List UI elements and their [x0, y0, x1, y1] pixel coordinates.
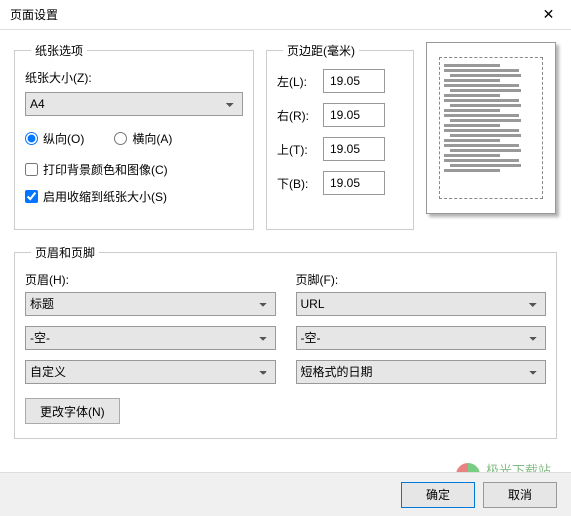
footer-select-1[interactable]: URL — [296, 292, 547, 316]
print-background-checkbox[interactable] — [25, 163, 38, 176]
portrait-radio[interactable] — [25, 132, 38, 145]
margin-left-input[interactable] — [323, 69, 385, 93]
cancel-button[interactable]: 取消 — [483, 482, 557, 508]
portrait-label: 纵向(O) — [43, 130, 84, 147]
shrink-to-fit-label: 启用收缩到纸张大小(S) — [43, 188, 167, 205]
window-title: 页面设置 — [10, 6, 58, 23]
print-background-label: 打印背景颜色和图像(C) — [43, 161, 168, 178]
orientation-portrait[interactable]: 纵向(O) — [25, 130, 84, 147]
footer-label: 页脚(F): — [296, 271, 547, 288]
paper-options-group: 纸张选项 纸张大小(Z): A4 纵向(O) 横向(A) 打印背景颜色和图像(C… — [14, 42, 254, 230]
paper-options-legend: 纸张选项 — [31, 42, 87, 59]
page-preview — [426, 42, 556, 214]
shrink-to-fit-checkbox[interactable] — [25, 190, 38, 203]
titlebar: 页面设置 ✕ — [0, 0, 571, 30]
margin-top-input[interactable] — [323, 137, 385, 161]
paper-size-select[interactable]: A4 — [25, 92, 243, 116]
header-select-2[interactable]: -空- — [25, 326, 276, 350]
change-font-button[interactable]: 更改字体(N) — [25, 398, 120, 424]
header-select-3[interactable]: 自定义 — [25, 360, 276, 384]
margins-legend: 页边距(毫米) — [283, 42, 359, 59]
paper-size-label: 纸张大小(Z): — [25, 69, 243, 86]
close-icon: ✕ — [543, 6, 555, 23]
content-area: 纸张选项 纸张大小(Z): A4 纵向(O) 横向(A) 打印背景颜色和图像(C… — [0, 30, 571, 439]
landscape-radio[interactable] — [114, 132, 127, 145]
margin-left-label: 左(L): — [277, 73, 317, 90]
page-preview-inner — [439, 57, 543, 199]
close-button[interactable]: ✕ — [526, 0, 571, 30]
ok-button[interactable]: 确定 — [401, 482, 475, 508]
margin-right-label: 右(R): — [277, 107, 317, 124]
margin-bottom-label: 下(B): — [277, 175, 317, 192]
margin-right-input[interactable] — [323, 103, 385, 127]
shrink-to-fit-option[interactable]: 启用收缩到纸张大小(S) — [25, 188, 243, 205]
header-label: 页眉(H): — [25, 271, 276, 288]
footer-select-2[interactable]: -空- — [296, 326, 547, 350]
header-footer-group: 页眉和页脚 页眉(H): 标题 页脚(F): URL -空- -空- 自定义 短… — [14, 244, 557, 439]
print-background-option[interactable]: 打印背景颜色和图像(C) — [25, 161, 243, 178]
footer-select-3[interactable]: 短格式的日期 — [296, 360, 547, 384]
dialog-footer: 确定 取消 — [0, 472, 571, 516]
margin-top-label: 上(T): — [277, 141, 317, 158]
header-footer-legend: 页眉和页脚 — [31, 244, 99, 261]
orientation-landscape[interactable]: 横向(A) — [114, 130, 172, 147]
header-select-1[interactable]: 标题 — [25, 292, 276, 316]
margin-bottom-input[interactable] — [323, 171, 385, 195]
landscape-label: 横向(A) — [132, 130, 172, 147]
margins-group: 页边距(毫米) 左(L): 右(R): 上(T): 下(B): — [266, 42, 414, 230]
